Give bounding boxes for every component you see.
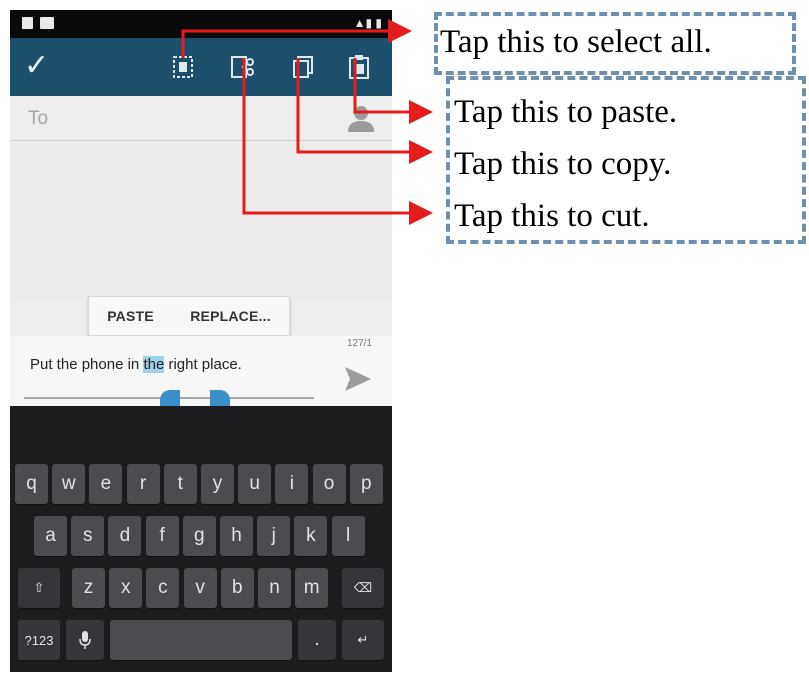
paste-arrow [353, 58, 433, 124]
copy-callout: Tap this to copy. [454, 146, 672, 182]
cut-arrow [242, 58, 433, 225]
select-all-arrow [181, 19, 412, 58]
copy-arrow [296, 58, 433, 164]
cut-callout: Tap this to cut. [454, 198, 650, 234]
paste-callout: Tap this to paste. [454, 94, 678, 130]
select-all-callout: Tap this to select all. [440, 24, 712, 60]
